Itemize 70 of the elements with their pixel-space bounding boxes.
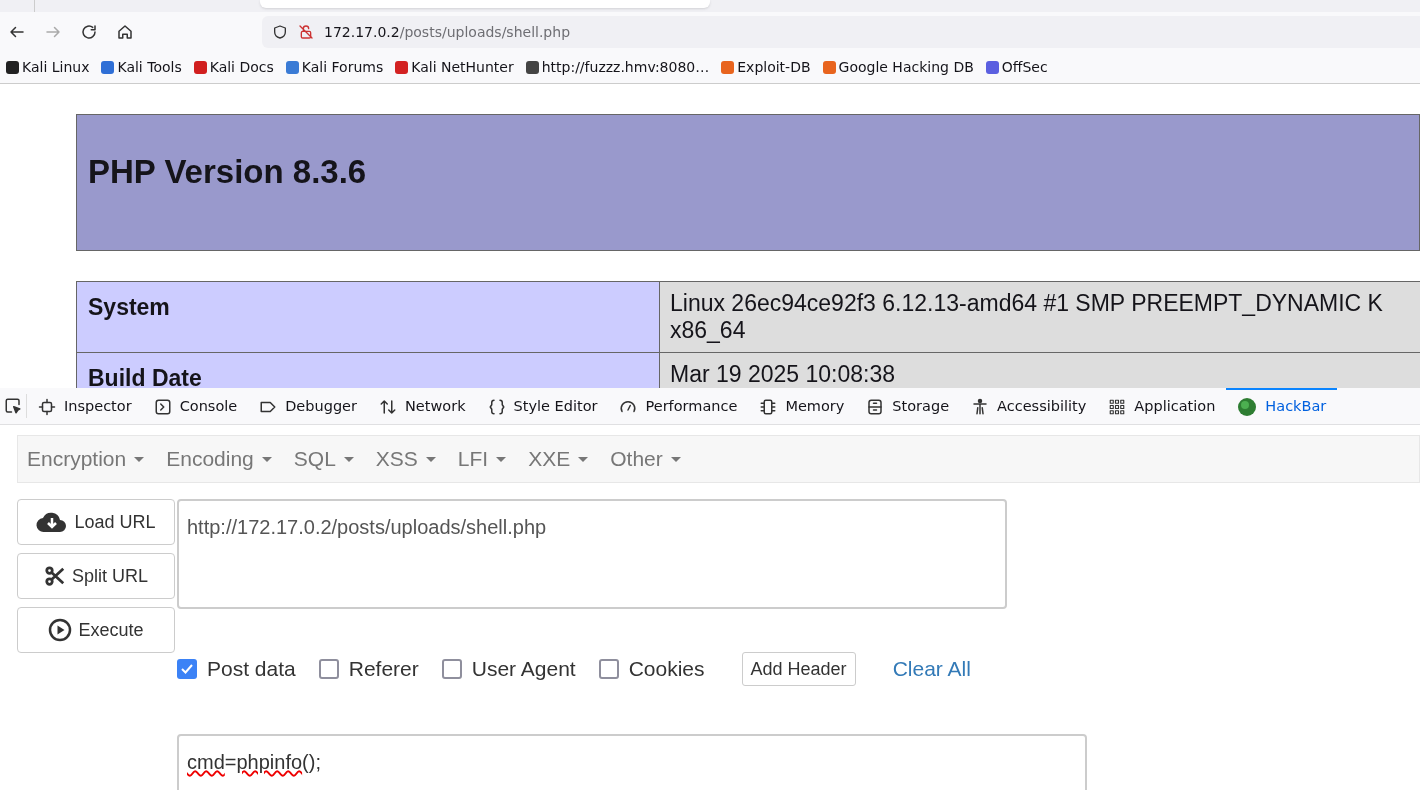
dropdown-menu[interactable]: SQL	[293, 443, 354, 475]
chip-icon	[759, 398, 778, 416]
home-icon	[116, 23, 134, 41]
page-title: PHP Version 8.3.6	[88, 153, 367, 190]
braces-icon	[487, 398, 506, 416]
option-checkbox[interactable]: Post data	[177, 653, 296, 685]
caret-icon	[261, 456, 272, 462]
devtools-tab[interactable]: Network	[368, 387, 477, 425]
bookmark[interactable]: Kali Forums	[285, 57, 384, 78]
clear-all-link[interactable]: Clear All	[892, 653, 971, 685]
bookmark[interactable]: Kali Tools	[101, 57, 182, 78]
caret-icon	[134, 456, 145, 462]
devtools-tab[interactable]: HackBar	[1226, 387, 1338, 425]
hackbar-button[interactable]: Split URL	[17, 553, 175, 599]
console-icon	[153, 398, 172, 416]
dropdown-menu[interactable]: Encoding	[166, 443, 272, 475]
pick-element-icon	[4, 397, 22, 415]
bookmark[interactable]: Kali Linux	[6, 57, 90, 78]
devtools-tab[interactable]: Memory	[748, 387, 856, 425]
shield-icon	[272, 24, 288, 40]
bookmark[interactable]: OffSec	[985, 57, 1048, 78]
option-checkbox[interactable]: Referer	[318, 653, 419, 685]
devtools-tab[interactable]: Style Editor	[476, 387, 609, 425]
cloud-download-icon	[36, 511, 69, 533]
caret-icon	[343, 456, 354, 462]
devtools-tab[interactable]: Console	[142, 387, 249, 425]
caret-icon	[670, 456, 681, 462]
lock-icon	[298, 24, 314, 40]
url-textarea[interactable]: http://172.17.0.2/posts/uploads/shell.php	[177, 499, 1007, 609]
dropdown-menu[interactable]: XSS	[375, 443, 436, 475]
reload-icon	[80, 23, 98, 41]
table-value-cell: Linux 26ec94ce92f3 6.12.13-amd64 #1 SMP PREEMPT_DYNAMIC K x86_64	[660, 282, 1420, 352]
option-checkbox[interactable]: User Agent	[441, 653, 576, 685]
bookmark[interactable]: Google Hacking DB	[822, 57, 974, 78]
option-checkbox[interactable]: Cookies	[598, 653, 705, 685]
post-data-textarea[interactable]: cmd=phpinfo();	[177, 734, 1087, 790]
play-circle-icon	[48, 618, 73, 642]
checkbox[interactable]	[441, 659, 462, 679]
scissors-icon	[44, 565, 66, 587]
dropdown-menu[interactable]: LFI	[457, 443, 507, 475]
address-bar[interactable]: 172.17.0.2/posts/uploads/shell.php	[262, 16, 1420, 48]
devtools-tab[interactable]: Storage	[855, 387, 961, 425]
caret-icon	[496, 456, 507, 462]
check-icon	[180, 662, 194, 676]
hackbar-button[interactable]: Load URL	[17, 499, 175, 545]
hackbar-logo-icon	[1237, 397, 1258, 417]
devtools-tab[interactable]: Debugger	[248, 387, 368, 425]
devtools-tab[interactable]: Accessibility	[960, 387, 1098, 425]
caret-icon	[425, 456, 436, 462]
person-icon	[971, 398, 990, 416]
bookmark[interactable]: http://fuzzz.hmv:8080…	[525, 57, 710, 78]
grid-icon	[1108, 398, 1127, 416]
checkbox[interactable]	[318, 659, 339, 679]
add-header-button[interactable]: Add Header	[741, 652, 856, 686]
devtools-tab[interactable]: Application	[1097, 387, 1227, 425]
storage-icon	[866, 398, 885, 416]
bookmark[interactable]: Exploit-DB	[721, 57, 811, 78]
checkbox[interactable]	[598, 659, 619, 679]
dropdown-menu[interactable]: Other	[610, 443, 681, 475]
url-text: 172.17.0.2/posts/uploads/shell.php	[324, 22, 570, 42]
caret-icon	[578, 456, 589, 462]
bookmark[interactable]: Kali Docs	[193, 57, 274, 78]
checkbox[interactable]	[177, 659, 197, 679]
crosshair-icon	[38, 398, 56, 416]
arrows-icon	[379, 398, 397, 416]
hackbar-button[interactable]: Execute	[17, 607, 175, 653]
dropdown-menu[interactable]: Encryption	[27, 443, 145, 475]
bookmark[interactable]: Kali NetHunter	[395, 57, 514, 78]
table-key-cell: System	[77, 282, 660, 352]
dropdown-menu[interactable]: XXE	[528, 443, 589, 475]
